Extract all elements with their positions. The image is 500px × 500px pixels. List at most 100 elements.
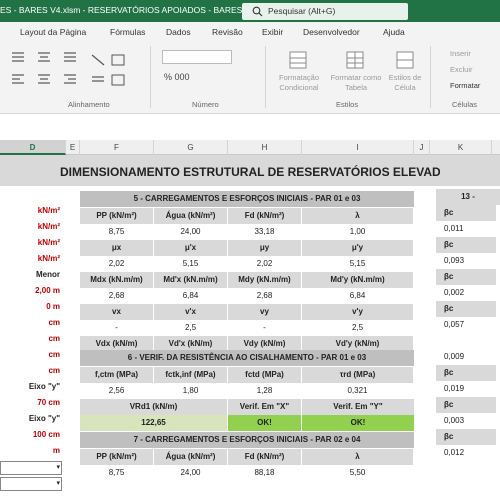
sec7-cell[interactable]: Água (kN/m²)	[154, 449, 227, 465]
sec6-cell[interactable]: 1,28	[228, 383, 301, 399]
right-cell[interactable]: βc	[436, 269, 496, 285]
sec5-cell[interactable]: 5,15	[154, 256, 227, 272]
vrd-value[interactable]: 122,65	[80, 415, 227, 431]
sec5-cell[interactable]: vx	[80, 304, 153, 320]
tab-view[interactable]: Exibir	[262, 27, 283, 37]
format-table-button[interactable]: Formatar como Tabela	[328, 73, 384, 93]
sec5-cell[interactable]: 2,5	[302, 320, 413, 336]
left-cell[interactable]: cm	[0, 347, 60, 363]
right-cell[interactable]: βc	[436, 397, 496, 413]
insert-button[interactable]: Inserir	[450, 49, 471, 58]
chevron-down-icon[interactable]: ▾	[56, 479, 60, 487]
sec5-title[interactable]: 5 - CARREGAMENTOS E ESFORÇOS INICIAIS - …	[80, 191, 414, 207]
left-cell[interactable]: 0 m	[0, 299, 60, 315]
sec6-cell[interactable]: fctk,inf (MPa)	[154, 367, 227, 383]
delete-button[interactable]: Excluir	[450, 65, 473, 74]
sec5-cell[interactable]: μ'y	[302, 240, 413, 256]
sec5-cell[interactable]: vy	[228, 304, 301, 320]
left-cell[interactable]: Menor	[0, 267, 60, 283]
tab-page-layout[interactable]: Layout da Página	[20, 27, 86, 37]
sec5-cell[interactable]: μy	[228, 240, 301, 256]
sec5-cell[interactable]: μ'x	[154, 240, 227, 256]
column-header-j[interactable]: J	[414, 140, 430, 155]
dropdown-cell[interactable]: ▾	[0, 461, 62, 475]
sec6-cell[interactable]: 0,321	[302, 383, 413, 399]
sec5-cell[interactable]: Md'x (kN.m/m)	[154, 272, 227, 288]
left-cell[interactable]: 100 cm	[0, 427, 60, 443]
right-cell[interactable]: βc	[436, 301, 496, 317]
right-cell[interactable]: βc	[436, 205, 496, 221]
tab-help[interactable]: Ajuda	[383, 27, 405, 37]
cell-styles-button[interactable]: Estilos de Célula	[385, 73, 425, 93]
sec5-cell[interactable]: Md'y (kN.m/m)	[302, 272, 413, 288]
sec5-cell[interactable]: 2,5	[154, 320, 227, 336]
chevron-down-icon[interactable]: ▾	[56, 463, 60, 471]
right-cell[interactable]	[436, 333, 496, 349]
sec5-cell[interactable]: v'x	[154, 304, 227, 320]
sec5-cell[interactable]: Fd (kN/m²)	[228, 208, 301, 224]
sec5-cell[interactable]: 2,68	[228, 288, 301, 304]
right-cell[interactable]: βc	[436, 365, 496, 381]
verif-y-label[interactable]: Verif. Em "Y"	[302, 399, 414, 415]
search-box[interactable]: Pesquisar (Alt+G)	[242, 3, 408, 20]
alignment-icons[interactable]	[8, 51, 128, 99]
column-header-f[interactable]: F	[80, 140, 154, 155]
column-header-e[interactable]: E	[66, 140, 80, 155]
sec5-cell[interactable]: 6,84	[154, 288, 227, 304]
right-cell[interactable]: 0,009	[436, 349, 496, 365]
left-cell[interactable]: m	[0, 443, 60, 459]
sec6-cell[interactable]: τrd (MPa)	[302, 367, 413, 383]
sec5-cell[interactable]: μx	[80, 240, 153, 256]
sec7-cell[interactable]: λ	[302, 449, 413, 465]
conditional-format-button[interactable]: Formatação Condicional	[272, 73, 326, 93]
sec5-cell[interactable]: 6,84	[302, 288, 413, 304]
right-cell[interactable]: 0,012	[436, 445, 496, 461]
tab-developer[interactable]: Desenvolvedor	[303, 27, 360, 37]
format-button[interactable]: Formatar	[450, 81, 480, 90]
number-format-select[interactable]	[162, 50, 232, 64]
sec6-cell[interactable]: 2,56	[80, 383, 153, 399]
left-cell[interactable]: Eixo "y"	[0, 379, 60, 395]
worksheet-grid[interactable]: DIMENSIONAMENTO ESTRUTURAL DE RESERVATÓR…	[0, 155, 500, 500]
sec6-cell[interactable]: 1,80	[154, 383, 227, 399]
left-cell[interactable]: cm	[0, 331, 60, 347]
right-cell[interactable]: 0,057	[436, 317, 496, 333]
left-cell[interactable]: kN/m²	[0, 235, 60, 251]
sec5-cell[interactable]: Mdy (kN.m/m)	[228, 272, 301, 288]
sec5-cell[interactable]: Mdx (kN.m/m)	[80, 272, 153, 288]
left-cell[interactable]: 70 cm	[0, 395, 60, 411]
sec5-cell[interactable]: -	[228, 320, 301, 336]
sec7-cell[interactable]: 8,75	[80, 465, 153, 481]
left-cell[interactable]: cm	[0, 363, 60, 379]
right-cell[interactable]: 0,019	[436, 381, 496, 397]
right-cell[interactable]: 0,093	[436, 253, 496, 269]
left-cell[interactable]: Eixo "y"	[0, 411, 60, 427]
sec5-cell[interactable]: Água (kN/m²)	[154, 208, 227, 224]
sec5-cell[interactable]: 2,02	[80, 256, 153, 272]
sec5-cell[interactable]: 2,68	[80, 288, 153, 304]
column-header-i[interactable]: I	[302, 140, 414, 155]
column-header-k[interactable]: K	[430, 140, 492, 155]
sec7-cell[interactable]: 88,18	[228, 465, 301, 481]
sec5-cell[interactable]: PP (kN/m²)	[80, 208, 153, 224]
left-cell[interactable]: cm	[0, 315, 60, 331]
column-header-d[interactable]: D	[0, 140, 66, 155]
column-header-h[interactable]: H	[228, 140, 302, 155]
sec5-cell[interactable]: -	[80, 320, 153, 336]
sec7-cell[interactable]: 24,00	[154, 465, 227, 481]
left-cell[interactable]: kN/m²	[0, 203, 60, 219]
sec7-cell[interactable]: 5,50	[302, 465, 413, 481]
sec5-cell[interactable]: 5,15	[302, 256, 413, 272]
sec7-cell[interactable]: PP (kN/m²)	[80, 449, 153, 465]
sec6-title[interactable]: 6 - VERIF. DA RESISTÊNCIA AO CISALHAMENT…	[80, 350, 414, 366]
verif-x-label[interactable]: Verif. Em "X"	[228, 399, 301, 415]
tab-data[interactable]: Dados	[166, 27, 191, 37]
sec6-cell[interactable]: fctd (MPa)	[228, 367, 301, 383]
column-header-g[interactable]: G	[154, 140, 228, 155]
vrd-label[interactable]: VRd1 (kN/m)	[80, 399, 227, 415]
sec6-cell[interactable]: f,ctm (MPa)	[80, 367, 153, 383]
right-cell[interactable]: βc	[436, 429, 496, 445]
left-cell[interactable]: 2,00 m	[0, 283, 60, 299]
verif-y-status[interactable]: OK!	[302, 415, 414, 431]
right-cell[interactable]: 0,011	[436, 221, 496, 237]
